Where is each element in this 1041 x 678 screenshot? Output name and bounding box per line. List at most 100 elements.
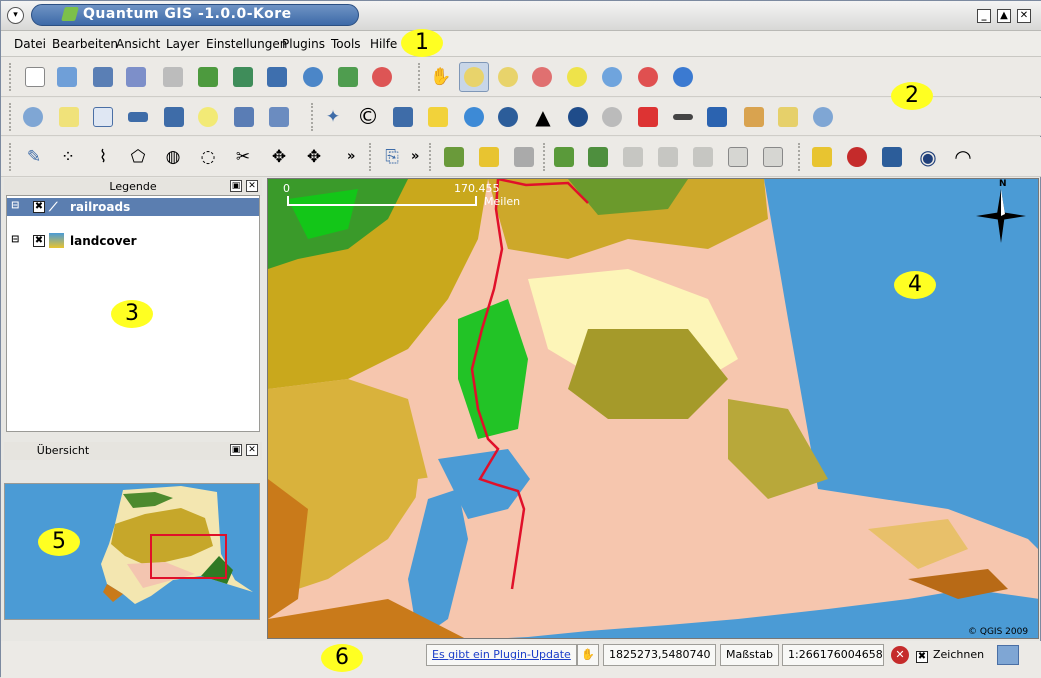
add-island-icon[interactable]: ◌ — [195, 144, 221, 170]
toolbar-handle[interactable] — [543, 143, 547, 171]
layer-add-icon[interactable] — [551, 144, 577, 170]
scale-input[interactable]: 1:266176004658 — [782, 644, 884, 666]
render-checkbox[interactable]: ✖ — [916, 651, 928, 663]
georeferencer-icon[interactable] — [741, 104, 767, 130]
stop-render-icon[interactable]: ✕ — [891, 646, 909, 664]
measure-area-icon[interactable] — [161, 104, 187, 130]
menu-tools[interactable]: Tools — [331, 37, 361, 51]
menu-ansicht[interactable]: Ansicht — [116, 37, 160, 51]
select-icon[interactable] — [56, 104, 82, 130]
measure-line-icon[interactable] — [125, 104, 151, 130]
add-vector-icon[interactable] — [195, 64, 221, 90]
layer-copy-icon[interactable] — [725, 144, 751, 170]
more-plugins-button[interactable]: » — [411, 149, 419, 164]
scalebar-plugin-icon[interactable] — [390, 104, 416, 130]
identify-icon[interactable] — [20, 104, 46, 130]
add-wms-icon[interactable] — [300, 64, 326, 90]
capture-point-icon[interactable]: ⁘ — [55, 144, 81, 170]
hidden-eye-icon[interactable]: ◠ — [950, 144, 976, 170]
toggle-layer-icon[interactable] — [879, 144, 905, 170]
capture-polygon-icon[interactable]: ⬠ — [125, 144, 151, 170]
layer-paste-icon[interactable] — [760, 144, 786, 170]
menu-hilfe[interactable]: Hilfe — [370, 37, 397, 51]
maximize-icon[interactable]: ▲ — [997, 9, 1011, 23]
map-canvas[interactable]: 0 170.455 Meilen N © QGIS 2009 — [267, 178, 1039, 639]
move-feature-icon[interactable]: ✥ — [301, 144, 327, 170]
legend-layer-railroads[interactable]: ⊟ ✖ ⟋ railroads — [7, 198, 259, 216]
grid-plugin-icon[interactable] — [495, 104, 521, 130]
toolbar-handle[interactable] — [9, 63, 13, 91]
vehicle-plugin-icon[interactable] — [704, 104, 730, 130]
d2s-plugin-icon[interactable] — [425, 104, 451, 130]
new-layer-icon[interactable] — [369, 64, 395, 90]
toolbar-handle[interactable] — [311, 103, 315, 131]
toolbar-handle[interactable] — [9, 103, 13, 131]
overview-extent-box[interactable] — [150, 534, 227, 579]
split-feature-icon[interactable]: ✂ — [230, 144, 256, 170]
layer-visibility-checkbox[interactable]: ✖ — [33, 201, 45, 213]
new-bookmark-icon[interactable] — [231, 104, 257, 130]
float-icon[interactable]: ▣ — [230, 444, 242, 456]
attribute-table-icon[interactable] — [90, 104, 116, 130]
zoom-in-icon[interactable] — [459, 62, 489, 92]
add-ring-icon[interactable]: ◍ — [160, 144, 186, 170]
globe-plugin-icon[interactable] — [461, 104, 487, 130]
north-plugin-icon[interactable] — [565, 104, 591, 130]
move-vertex-icon[interactable]: ✥ — [266, 144, 292, 170]
add-raster-icon[interactable] — [230, 64, 256, 90]
gdal-plugin-icon[interactable] — [599, 104, 625, 130]
toggle-edit-icon[interactable]: ✎ — [21, 144, 47, 170]
layer-hide-icon[interactable] — [620, 144, 646, 170]
plugin-manager-icon[interactable]: ⎘ — [379, 144, 405, 170]
close-icon[interactable]: ✕ — [1017, 9, 1031, 23]
new-project-icon[interactable] — [22, 64, 48, 90]
star-layer-icon[interactable] — [809, 144, 835, 170]
collapse-icon[interactable]: ⊟ — [11, 200, 19, 211]
graph-plugin-icon[interactable]: ▲ — [530, 104, 556, 130]
layer-pencil-icon[interactable] — [655, 144, 681, 170]
map-tips-icon[interactable] — [195, 104, 221, 130]
add-spatialite-icon[interactable] — [335, 64, 361, 90]
layer-tool-icon[interactable] — [690, 144, 716, 170]
coordinate-toggle-icon[interactable]: ✋ — [577, 644, 599, 666]
print-icon[interactable] — [160, 64, 186, 90]
layer-tools-a-icon[interactable] — [441, 144, 467, 170]
menu-bearbeiten[interactable]: Bearbeiten — [52, 37, 118, 51]
menu-layer[interactable]: Layer — [166, 37, 199, 51]
zoom-out-icon[interactable] — [495, 64, 521, 90]
show-bookmarks-icon[interactable] — [266, 104, 292, 130]
toolbar-handle[interactable] — [418, 63, 422, 91]
scale-plugin-icon[interactable] — [670, 104, 696, 130]
menu-datei[interactable]: Datei — [14, 37, 46, 51]
menu-plugins[interactable]: Plugins — [282, 37, 325, 51]
pan-icon[interactable]: ✋ — [428, 64, 454, 90]
zoom-selection-icon[interactable] — [564, 64, 590, 90]
open-project-icon[interactable] — [54, 64, 80, 90]
zoom-layer-icon[interactable] — [599, 64, 625, 90]
overview-map[interactable] — [4, 483, 260, 620]
more-tools-button[interactable]: » — [347, 149, 355, 164]
close-icon[interactable]: ✕ — [246, 180, 258, 192]
menu-einstellungen[interactable]: Einstellungen — [206, 37, 287, 51]
legend-layer-landcover[interactable]: ⊟ ✖ landcover — [7, 232, 259, 250]
minimize-icon[interactable]: _ — [977, 9, 991, 23]
zoom-last-icon[interactable] — [635, 64, 661, 90]
close-icon[interactable]: ✕ — [246, 444, 258, 456]
toolbar-handle[interactable] — [429, 143, 433, 171]
edit-icon[interactable] — [775, 104, 801, 130]
remove-layer-icon[interactable] — [844, 144, 870, 170]
collapse-icon[interactable]: ⊟ — [11, 234, 19, 245]
toolbar-handle[interactable] — [9, 143, 13, 171]
window-menu-icon[interactable]: ▾ — [7, 7, 24, 24]
capture-line-icon[interactable]: ⌇ — [90, 144, 116, 170]
copyright-plugin-icon[interactable]: © — [355, 104, 381, 130]
layer-tools-b-icon[interactable] — [476, 144, 502, 170]
eye-icon[interactable]: ◉ — [915, 144, 941, 170]
plugin-update-link[interactable]: Es gibt ein Plugin-Update — [426, 644, 577, 666]
layer-visibility-checkbox[interactable]: ✖ — [33, 235, 45, 247]
search-plugin-icon[interactable] — [810, 104, 836, 130]
toolbar-handle[interactable] — [798, 143, 802, 171]
toolbar-handle[interactable] — [369, 143, 373, 171]
save-as-icon[interactable] — [123, 64, 149, 90]
north-arrow-plugin-icon[interactable]: ✦ — [320, 104, 346, 130]
